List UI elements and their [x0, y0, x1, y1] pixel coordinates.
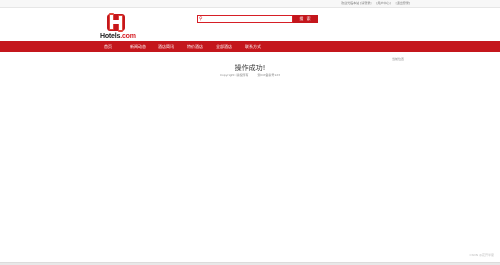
- user-center-link[interactable]: [用户中心]: [376, 1, 390, 5]
- hotel-logo-icon: [107, 13, 125, 32]
- top-links: 欢迎光临本站 [请登录] [用户中心] [退出登录]: [337, 1, 410, 5]
- nav-item-home[interactable]: 首页: [104, 41, 112, 52]
- site-logo[interactable]: Hotels.com: [100, 12, 136, 40]
- nav-item-news[interactable]: 新闻动态: [130, 41, 146, 52]
- record-text: 浙ICP备案号123: [257, 73, 281, 77]
- nav-item-special-hotels[interactable]: 特价酒店: [187, 41, 203, 52]
- main-nav: 首页 新闻动态 酒店简讯 特价酒店 全部酒店 联系方式: [0, 41, 500, 52]
- copyright-text: Copyright: 版权所有: [219, 73, 249, 77]
- logout-link[interactable]: [退出登录]: [396, 1, 410, 5]
- success-message: 操作成功!: [234, 64, 266, 72]
- brand-name: Hotels.com: [100, 33, 136, 40]
- nav-item-all-hotels[interactable]: 全部酒店: [216, 41, 232, 52]
- nav-item-contact[interactable]: 联系方式: [245, 41, 261, 52]
- top-bar: 欢迎光临本站 [请登录] [用户中心] [退出登录]: [0, 0, 500, 8]
- breadcrumb: 当前位置: [391, 57, 404, 61]
- watermark: CSDN @花开半夏: [469, 253, 494, 257]
- welcome-text[interactable]: 欢迎光临本站 [请登录]: [341, 1, 371, 5]
- search-input[interactable]: [204, 16, 292, 22]
- nav-item-hotel-briefs[interactable]: 酒店简讯: [158, 41, 174, 52]
- footer-info: Copyright: 版权所有 浙ICP备案号123: [0, 73, 500, 77]
- brand-name-suffix: .com: [120, 33, 136, 40]
- search-box: ⚲: [197, 15, 293, 23]
- search-icon: ⚲: [199, 16, 203, 22]
- search-button[interactable]: 搜 索: [293, 15, 318, 23]
- search-bar: ⚲ 搜 索: [197, 15, 321, 23]
- brand-name-main: Hotels: [100, 33, 121, 40]
